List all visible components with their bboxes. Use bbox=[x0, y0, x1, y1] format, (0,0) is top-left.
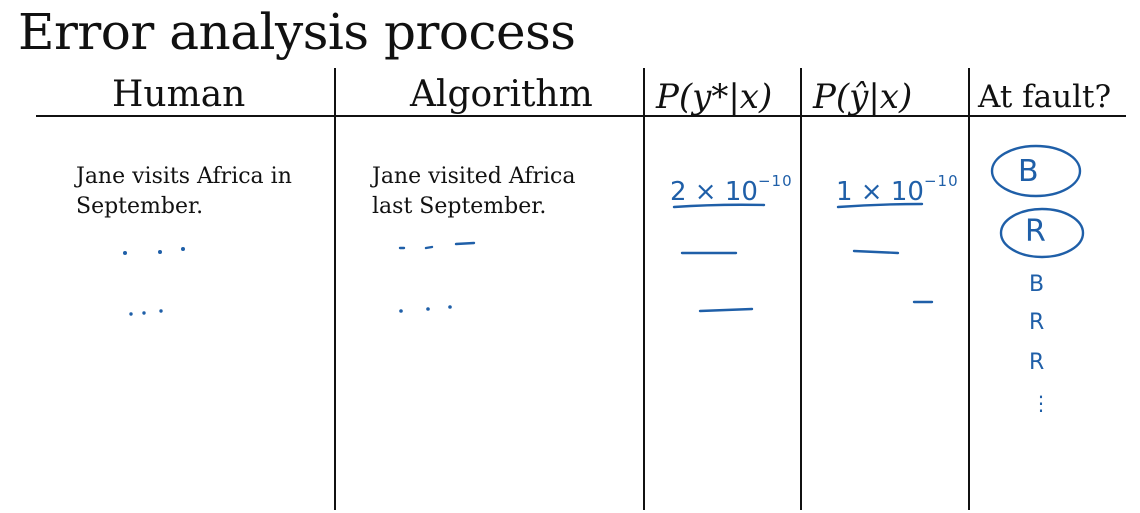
row-1-p-ystar-underline bbox=[672, 203, 766, 209]
row-3-human-dot-3 bbox=[159, 309, 163, 313]
row-3-p-ystar-dash bbox=[698, 307, 754, 313]
fault-circle-1 bbox=[990, 144, 1082, 198]
row-2-algorithm-dash-2 bbox=[424, 245, 434, 250]
row-2-human-dot-1 bbox=[123, 251, 127, 255]
row-3-algorithm-dot-1 bbox=[399, 309, 403, 313]
row-2-human-dot-2 bbox=[158, 250, 162, 254]
fault-circle-2 bbox=[999, 207, 1085, 259]
row-3-human-dot-1 bbox=[129, 312, 133, 316]
slide: Error analysis process Human Algorithm P… bbox=[0, 0, 1140, 513]
row-3-algorithm-dot-3 bbox=[448, 305, 452, 309]
row-3-human-dot-2 bbox=[142, 311, 146, 315]
row-2-algorithm-dash-3 bbox=[454, 241, 476, 246]
ink-strokes bbox=[123, 144, 1085, 316]
row-3-algorithm-dot-2 bbox=[426, 307, 430, 311]
row-2-p-yhat-dash bbox=[852, 249, 900, 255]
row-2-human-dot-3 bbox=[181, 247, 185, 251]
row-1-p-yhat-underline bbox=[836, 202, 924, 209]
